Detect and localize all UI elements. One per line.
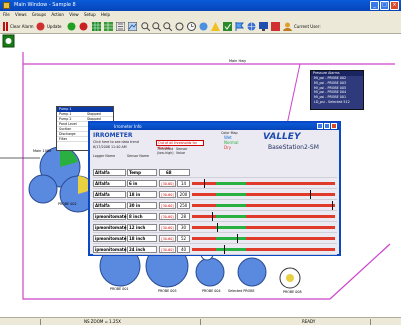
trend-hint-link[interactable]: Click here to see data trend (93, 140, 139, 144)
grid-icon[interactable] (92, 22, 101, 31)
zoom-fit-icon[interactable] (163, 22, 173, 32)
table-row[interactable]: ipmonitomate 8 inch [30-60] 28 (93, 211, 337, 222)
menu-view[interactable]: View (69, 12, 79, 17)
menu-help[interactable]: Help (101, 12, 110, 17)
menu-groups[interactable]: Groups (32, 12, 46, 17)
irrometer-dialog[interactable]: Irrometer Info IRROMETER Click here to s… (88, 121, 341, 256)
color-map-dry: Dry (224, 145, 232, 150)
datetime-label: 6/17/2008 11:40 AM (93, 145, 127, 149)
dialog-title: Irrometer Info (90, 123, 339, 130)
probe-label-001: PROBE 001 (110, 287, 129, 291)
zoom-in-icon[interactable] (141, 22, 151, 32)
user-icon[interactable] (283, 22, 292, 31)
map-icon[interactable] (127, 21, 138, 32)
table-icon[interactable] (104, 22, 113, 31)
table-row[interactable]: ipmonitomate 24 inch [30-60] 40 (93, 244, 337, 255)
main-label: Main 1000 (33, 149, 52, 153)
pivot-circle-8-dot (286, 274, 294, 282)
clear-alarm-button[interactable]: Clear Alarm (10, 22, 34, 31)
close-button[interactable]: × (390, 1, 399, 10)
window-titlebar: Main Window - Sample 8 _ □ × (0, 0, 401, 11)
list-item[interactable]: LD_psi - Selected 512 (311, 100, 363, 105)
update-button[interactable]: Update (47, 22, 62, 31)
toolbar: Clear Alarm Update Current User: (0, 19, 401, 34)
moisture-bar (192, 212, 335, 221)
table-row[interactable]: ipmonitomate 18 inch [30-60] 52 (93, 233, 337, 244)
menu-action[interactable]: Action (51, 12, 64, 17)
red-circle-icon[interactable] (79, 22, 88, 31)
logger-name-header: Logger Name (93, 154, 116, 158)
table-row[interactable]: ipmonitomate 12 inch [30-60] 30 (93, 222, 337, 233)
pressure-alarms-panel[interactable]: Pressure Alarms MI_psi - PROBE 002 MI_ps… (310, 70, 364, 110)
alert-icon[interactable] (211, 22, 220, 31)
status-divider (40, 319, 41, 325)
stop-icon[interactable] (3, 22, 8, 31)
water-icon[interactable] (199, 22, 208, 31)
probe-label-004: PROBE 004 (202, 289, 221, 293)
sensor-name-header: Sensor Name (127, 154, 150, 158)
zoom-reset-icon[interactable] (175, 22, 184, 31)
moisture-bar (192, 245, 335, 254)
report-icon[interactable] (271, 22, 280, 31)
globe-icon[interactable] (247, 22, 256, 31)
menu-file[interactable]: File (3, 12, 10, 17)
minimize-button[interactable]: _ (370, 1, 379, 10)
monitor-icon[interactable] (259, 22, 268, 31)
window-controls: _ □ × (370, 1, 399, 10)
status-bar: NS ZOOM = 1.25X READY (0, 317, 401, 325)
flag-icon[interactable] (235, 22, 245, 31)
probe-label-008: PROBE 008 (283, 290, 302, 294)
pivot-circle-6 (195, 257, 225, 287)
current-user-label: Current User: (294, 24, 321, 29)
table-row[interactable]: Alfalfa 6 in [30-60] 14 (93, 178, 337, 189)
probe-label-002: PROBE 002 (58, 202, 77, 206)
table-row[interactable]: Alfalfa 30 in [30-60] 250 (93, 200, 337, 211)
home-marker-dot (5, 38, 12, 44)
list-icon[interactable] (115, 21, 126, 32)
probe-label-selected: Selected PROBE (228, 289, 255, 293)
clock-icon[interactable] (187, 22, 196, 31)
pivot-circle-7 (237, 257, 267, 287)
basestation-label: BaseStation2-SM (268, 144, 319, 151)
irrometer-logo: IRROMETER (93, 132, 133, 139)
dialog-maximize-button[interactable] (324, 123, 330, 129)
valley-logo: VALLEY (263, 132, 301, 142)
update-icon[interactable] (36, 22, 45, 31)
check-icon[interactable] (223, 22, 232, 31)
probe-label-005: PROBE 005 (158, 289, 177, 293)
green-circle-icon[interactable] (67, 22, 76, 31)
window-title: Main Window - Sample 8 (14, 2, 76, 8)
pivot-circle-2 (28, 174, 58, 204)
out-of-thresholds-label: Out of all thresholds for the tab (156, 140, 204, 150)
moisture-bar (192, 223, 335, 232)
status-divider (370, 319, 371, 325)
dialog-minimize-button[interactable] (317, 123, 323, 129)
maximize-button[interactable]: □ (380, 1, 389, 10)
menu-bar: File Views Groups Action View Setup Help (0, 11, 401, 19)
moisture-bar (192, 201, 335, 210)
moisture-bar (192, 190, 335, 199)
table-row[interactable]: Alfalfa 18 in [30-60] 200 (93, 189, 337, 200)
dialog-close-button[interactable] (331, 123, 337, 129)
moisture-bar (192, 234, 335, 243)
dialog-controls (317, 123, 337, 129)
menu-setup[interactable]: Setup (84, 12, 96, 17)
sensor-value-header: Sensor Value (176, 147, 188, 155)
moisture-bar (192, 179, 335, 188)
road-label: Main Hwy (229, 59, 247, 63)
sensor-table: Alfalfa Temp 68 Alfalfa 6 in [30-60] 14 Al… (93, 167, 337, 255)
zoom-out-icon[interactable] (152, 22, 162, 32)
status-divider (200, 319, 201, 325)
table-row: Alfalfa Temp 68 (93, 167, 337, 178)
app-icon (3, 2, 10, 9)
menu-views[interactable]: Views (15, 12, 27, 17)
